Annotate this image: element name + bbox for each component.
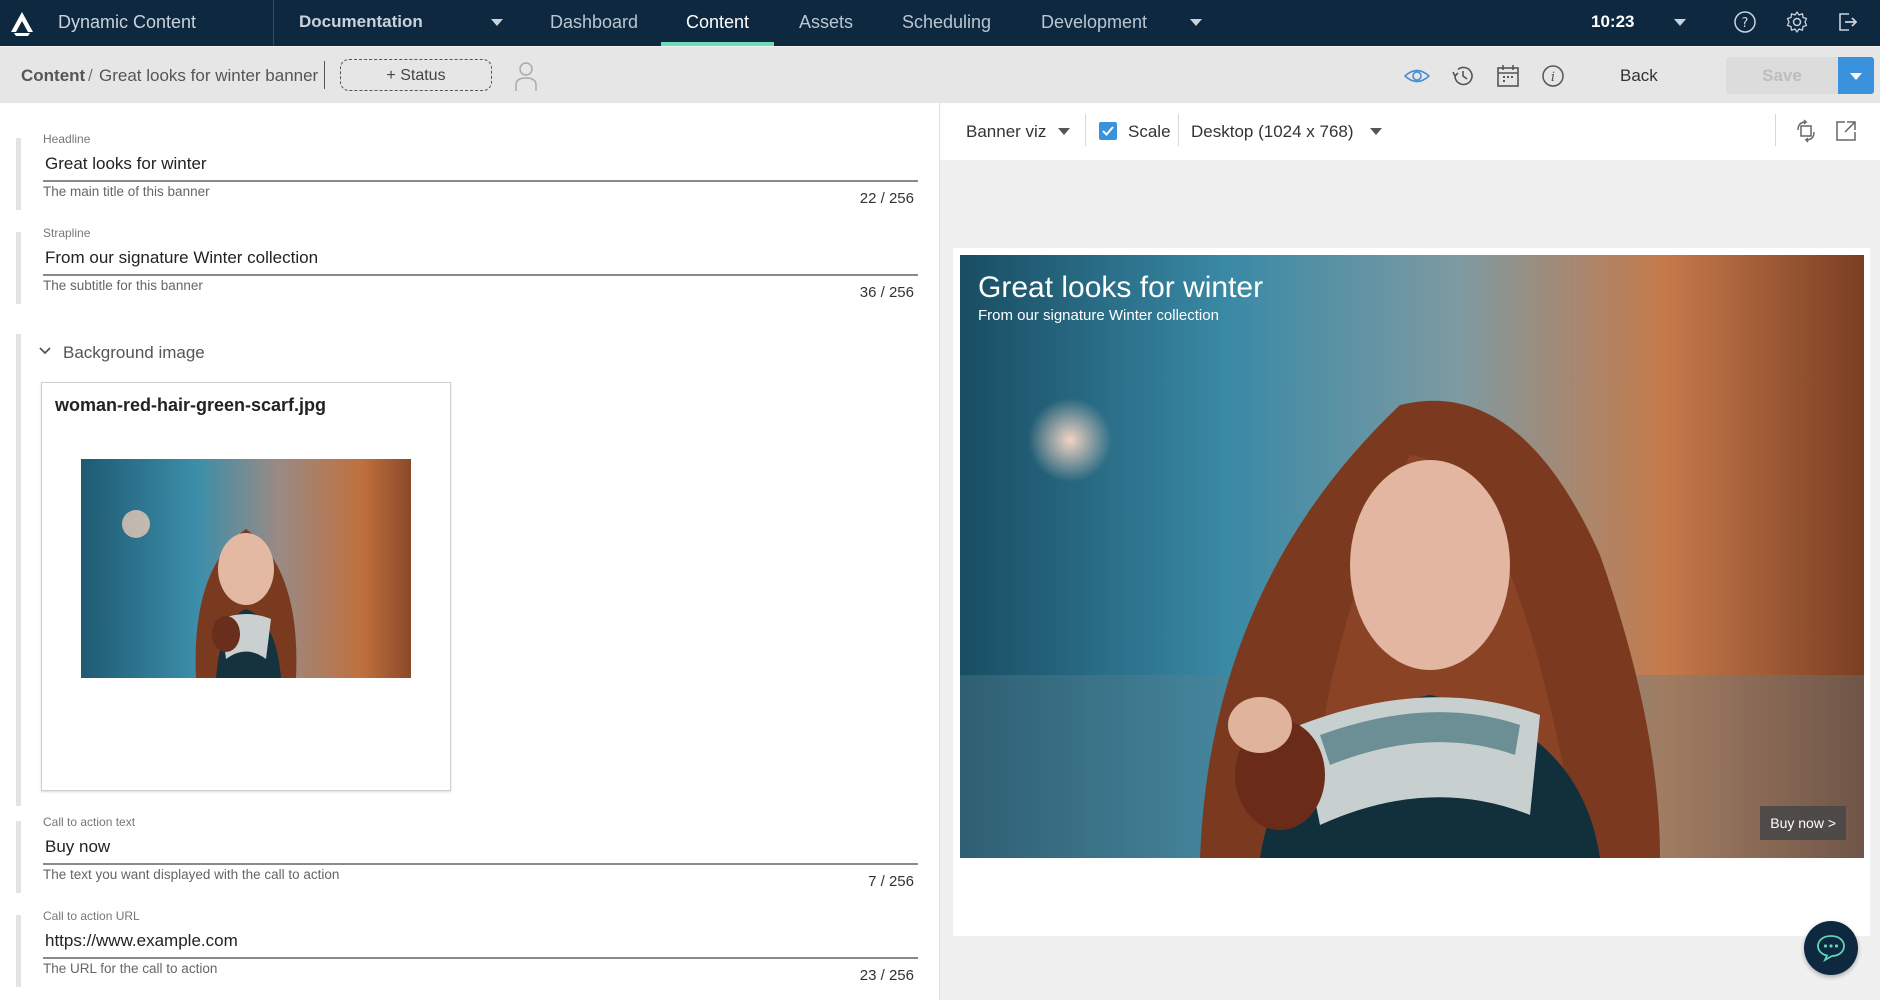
cta-text-input[interactable]: Buy now xyxy=(45,837,110,857)
visualization-selector[interactable]: Banner viz xyxy=(966,122,1046,142)
field-indicator xyxy=(16,138,21,210)
svg-text:i: i xyxy=(1551,70,1555,85)
banner-cta-button[interactable]: Buy now > xyxy=(1760,806,1846,840)
open-external-icon[interactable] xyxy=(1833,118,1859,144)
preview-toolbar: Banner viz Scale Desktop (1024 x 768) xyxy=(940,103,1880,160)
toolbar-divider xyxy=(324,61,325,89)
input-underline xyxy=(43,957,918,959)
field-indicator xyxy=(16,334,21,806)
field-help: The URL for the call to action xyxy=(43,961,218,976)
field-label: Strapline xyxy=(43,226,91,240)
content-toolbar: Content / Great looks for winter banner … xyxy=(0,46,1880,103)
banner-background-image xyxy=(960,255,1864,858)
content-form: Headline Great looks for winter The main… xyxy=(0,103,940,1000)
field-label: Headline xyxy=(43,132,91,146)
toolbar-divider xyxy=(1775,114,1776,146)
nav-divider xyxy=(273,0,274,46)
field-indicator xyxy=(16,232,21,304)
breadcrumb-current: Great looks for winter banner xyxy=(99,66,319,85)
history-icon[interactable] xyxy=(1450,63,1476,89)
breadcrumb-separator: / xyxy=(88,66,93,85)
headline-input[interactable]: Great looks for winter xyxy=(45,154,207,174)
preview-panel: Banner viz Scale Desktop (1024 x 768) Gr… xyxy=(940,103,1880,1000)
tab-assets[interactable]: Assets xyxy=(774,0,878,46)
assignee-icon[interactable] xyxy=(512,61,540,91)
time-display[interactable]: 10:23 xyxy=(1591,12,1634,32)
toolbar-divider xyxy=(1085,114,1086,146)
char-count: 22 / 256 xyxy=(859,190,914,207)
strapline-input[interactable]: From our signature Winter collection xyxy=(45,248,318,268)
svg-text:?: ? xyxy=(1742,16,1749,31)
logout-icon[interactable] xyxy=(1835,10,1859,34)
scale-checkbox[interactable] xyxy=(1099,122,1117,140)
rotate-device-icon[interactable] xyxy=(1793,118,1819,144)
chat-icon xyxy=(1817,935,1845,963)
tab-development[interactable]: Development xyxy=(1016,0,1172,46)
char-count: 36 / 256 xyxy=(859,284,914,301)
breadcrumb-content[interactable]: Content xyxy=(21,66,85,86)
char-count: 23 / 256 xyxy=(859,967,914,984)
input-underline xyxy=(43,863,918,865)
time-chevron-down-icon[interactable] xyxy=(1674,19,1686,26)
settings-icon[interactable] xyxy=(1785,10,1809,34)
field-label: Call to action URL xyxy=(43,909,140,923)
info-icon[interactable]: i xyxy=(1540,63,1566,89)
top-navigation: Dynamic Content Documentation Dashboard … xyxy=(0,0,1880,46)
more-tabs-chevron-down-icon[interactable] xyxy=(1190,19,1202,26)
toolbar-divider xyxy=(1178,114,1179,146)
scale-label[interactable]: Scale xyxy=(1128,122,1171,142)
app-name: Dynamic Content xyxy=(58,12,197,32)
image-card[interactable]: woman-red-hair-green-scarf.jpg xyxy=(41,382,451,791)
field-indicator xyxy=(16,915,21,987)
image-thumbnail[interactable] xyxy=(81,459,411,678)
preview-eye-icon[interactable] xyxy=(1404,63,1430,89)
device-selector[interactable]: Desktop (1024 x 768) xyxy=(1191,122,1354,142)
help-icon[interactable]: ? xyxy=(1733,10,1757,34)
char-count: 7 / 256 xyxy=(868,873,914,890)
cta-url-input[interactable]: https://www.example.com xyxy=(45,931,238,951)
tab-scheduling[interactable]: Scheduling xyxy=(877,0,1016,46)
checkmark-icon xyxy=(1102,126,1114,136)
field-help: The subtitle for this banner xyxy=(43,278,203,293)
save-button[interactable]: Save xyxy=(1726,57,1838,94)
background-image-section-title[interactable]: Background image xyxy=(63,343,205,363)
logo-icon[interactable] xyxy=(8,9,36,37)
field-help: The text you want displayed with the cal… xyxy=(43,867,340,882)
banner-subtitle: From our signature Winter collection xyxy=(978,307,1219,324)
visualization-chevron-down-icon[interactable] xyxy=(1058,128,1070,135)
tab-content[interactable]: Content xyxy=(661,0,775,46)
banner-title: Great looks for winter xyxy=(978,271,1264,304)
back-button[interactable]: Back xyxy=(1620,66,1658,86)
field-help: The main title of this banner xyxy=(43,184,210,199)
image-file-name: woman-red-hair-green-scarf.jpg xyxy=(55,395,327,415)
banner-preview[interactable]: Great looks for winter From our signatur… xyxy=(960,255,1864,858)
hub-selector[interactable]: Documentation xyxy=(299,12,423,32)
input-underline xyxy=(43,274,918,276)
field-label: Call to action text xyxy=(43,815,136,829)
input-underline xyxy=(43,180,918,182)
chevron-down-icon xyxy=(1850,73,1862,80)
chevron-down-icon[interactable] xyxy=(38,344,52,358)
calendar-icon[interactable] xyxy=(1495,63,1521,89)
add-status-button[interactable]: + Status xyxy=(340,59,492,91)
device-chevron-down-icon[interactable] xyxy=(1370,128,1382,135)
hub-chevron-down-icon[interactable] xyxy=(491,19,503,26)
field-indicator xyxy=(16,821,21,893)
tab-dashboard[interactable]: Dashboard xyxy=(525,0,663,46)
chat-button[interactable] xyxy=(1804,921,1858,975)
save-options-button[interactable] xyxy=(1838,57,1874,94)
